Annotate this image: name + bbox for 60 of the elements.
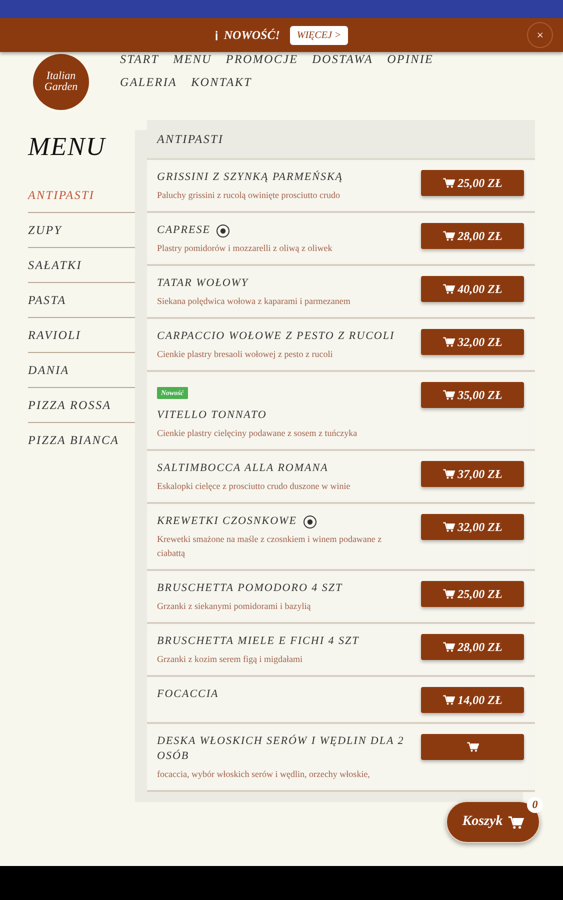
- cart-icon: [442, 522, 455, 532]
- cart-icon: [442, 589, 455, 599]
- dish-description: Paluchy grissini z rucolą owinięte prosciutto crudo: [157, 189, 341, 202]
- cart-icon: [442, 178, 455, 188]
- dish-name: KREWETKI CZOSNKOWE: [157, 514, 297, 529]
- cart-icon: [442, 695, 455, 705]
- cart-count: 0: [527, 797, 543, 813]
- nav-link[interactable]: GALERIA: [120, 75, 178, 90]
- dish-name: FOCACCIA: [157, 687, 219, 702]
- add-to-cart-button[interactable]: 35,00 ZŁ: [421, 382, 524, 408]
- dish-description: Cienkie plastry cielęciny podawane z sosem z tuńczyka: [157, 427, 358, 440]
- dish-description: Cienkie plastry bresaoli wołowej z pesto z rucoli: [157, 348, 334, 361]
- add-to-cart-button[interactable]: 40,00 ZŁ: [421, 276, 524, 302]
- dish-description: Grzanki z siekanymi pomidorami i bazylią: [157, 600, 312, 613]
- add-to-cart-button[interactable]: 32,00 ZŁ: [421, 514, 524, 540]
- cart-icon: [442, 337, 455, 347]
- dish-name: CARPACCIO WOŁOWE Z PESTO Z RUCOLI: [157, 329, 395, 344]
- cart-icon: [442, 642, 455, 652]
- cart-icon: [442, 284, 455, 294]
- add-to-cart-button[interactable]: 28,00 ZŁ: [421, 634, 524, 660]
- menu-title: MENU: [28, 132, 107, 162]
- close-button[interactable]: ×: [527, 22, 553, 48]
- add-to-cart-button[interactable]: 37,00 ZŁ: [421, 461, 524, 487]
- dish-name: SALTIMBOCCA ALLA ROMANA: [157, 461, 328, 476]
- more-button[interactable]: WIĘCEJ >: [290, 26, 348, 44]
- add-to-cart-button[interactable]: 28,00 ZŁ: [421, 223, 524, 249]
- add-to-cart-button[interactable]: 32,00 ZŁ: [421, 329, 524, 355]
- cart-icon: [442, 390, 455, 400]
- dish-name: BRUSCHETTA POMODORO 4 SZT: [157, 581, 343, 596]
- cart-icon: [442, 469, 455, 479]
- cart-icon: [466, 742, 478, 752]
- dish-description: Siekana polędwica wołowa z kaparami i parmezanem: [157, 295, 352, 308]
- nav-link[interactable]: MENU: [173, 52, 212, 67]
- add-to-cart-button[interactable]: 25,00 ZŁ: [421, 170, 524, 196]
- announcement-text: NOWOŚĆ!: [224, 28, 280, 42]
- dish-description: focaccia, wybór włoskich serów i wędlin, orzechy włoskie,: [157, 768, 371, 781]
- add-to-cart-button[interactable]: [421, 734, 524, 760]
- dish-name: TATAR WOŁOWY: [157, 276, 249, 291]
- dish-name: VITELLO TONNATO: [157, 408, 267, 423]
- dish-name: DESKA WŁOSKICH SERÓW I WĘDLIN DLA 2 OSÓB: [157, 734, 406, 764]
- dish-description: Grzanki z kozim serem figą i migdałami: [157, 653, 304, 666]
- cart-icon: [442, 231, 455, 241]
- info-icon: ℹ: [214, 26, 218, 44]
- nav-link[interactable]: OPINIE: [387, 52, 434, 67]
- nav-link[interactable]: START: [120, 52, 160, 67]
- nav-link[interactable]: PROMOCJE: [226, 52, 298, 67]
- nav-link[interactable]: DOSTAWA: [312, 52, 374, 67]
- add-to-cart-button[interactable]: 14,00 ZŁ: [421, 687, 524, 713]
- category-link[interactable]: PIZZA BIANCA: [28, 423, 145, 457]
- cart-icon: [508, 816, 524, 828]
- dish-description: Eskalopki cielęce z prosciutto crudo duszone w winie: [157, 480, 352, 493]
- logo[interactable]: Italian Garden: [33, 54, 89, 110]
- nav-link[interactable]: KONTAKT: [191, 75, 252, 90]
- dish-name: GRISSINI Z SZYNKĄ PARMEŃSKĄ: [157, 170, 344, 185]
- dish-name: CAPRESE: [157, 223, 210, 238]
- category-header: ANTIPASTI: [147, 120, 535, 160]
- dish-name: BRUSCHETTA MIELE E FICHI 4 SZT: [157, 634, 360, 649]
- dish-description: Plastry pomidorów i mozzarelli z oliwą z oliwek: [157, 242, 334, 255]
- dish-description: Krewetki smażone na maśle z czosnkiem i winem podawane z ciabattą: [157, 533, 383, 560]
- add-to-cart-button[interactable]: 25,00 ZŁ: [421, 581, 524, 607]
